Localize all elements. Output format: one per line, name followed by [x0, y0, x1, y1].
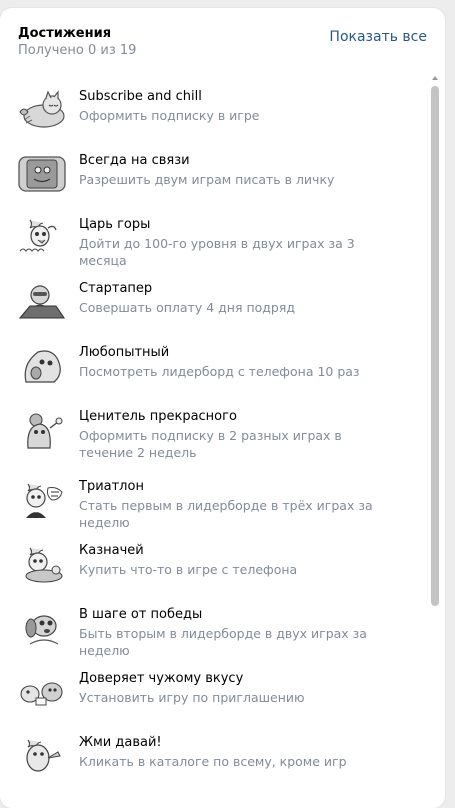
achievement-name: В шаге от победы: [79, 607, 203, 622]
achievement-description: Оформить подписку в игре: [79, 108, 260, 123]
achievement-description: Дойти до 100-го уровня в двух играх за 3…: [79, 236, 355, 268]
achievement-item[interactable]: Казначей Купить что-то в игре с телефона: [0, 532, 430, 596]
phone-sticker-icon: [16, 154, 68, 194]
achievement-name: Subscribe and chill: [79, 89, 202, 104]
not-bad-sticker-icon: [16, 480, 68, 520]
achievement-name: Казначей: [79, 543, 144, 558]
achievement-item[interactable]: Ценитель прекрасного Оформить подписку в…: [0, 398, 430, 468]
achievement-description: Посмотреть лидерборд с телефона 10 раз: [79, 364, 360, 379]
achievement-item[interactable]: Триатлон Стать первым в лидерборде в трё…: [0, 468, 430, 532]
treasurer-sticker-icon: [16, 544, 68, 584]
connoisseur-sticker-icon: [16, 410, 68, 450]
achievements-header: Достижения Получено 0 из 19 Показать все: [18, 26, 427, 66]
section-title: Достижения: [18, 26, 112, 41]
clicking-bird-sticker-icon: [16, 736, 68, 776]
achievement-name: Царь горы: [79, 217, 151, 232]
achievement-name: Любопытный: [79, 345, 170, 360]
scroll-up-arrow-icon[interactable]: [432, 76, 438, 80]
achievement-name: Ценитель прекрасного: [79, 409, 237, 424]
achievement-description: Разрешить двум играм писать в личку: [79, 172, 335, 187]
achievement-description: Кликать в каталоге по всему, кроме игр: [79, 754, 347, 769]
achievement-name: Триатлон: [79, 479, 144, 494]
achievement-description: Купить что-то в игре с телефона: [79, 562, 298, 577]
achievement-item[interactable]: Доверяет чужому вкусу Установить игру по…: [0, 660, 430, 724]
achievement-name: Всегда на связи: [79, 153, 190, 168]
achievement-description: Стать первым в лидерборде в трёх играх з…: [79, 498, 373, 530]
achievement-item[interactable]: Жми давай! Кликать в каталоге по всему, …: [0, 724, 430, 788]
laptop-guy-sticker-icon: [16, 282, 68, 322]
show-all-link[interactable]: Показать все: [329, 29, 427, 45]
achievement-description: Совершать оплату 4 дня подряд: [79, 300, 296, 315]
curious-bird-sticker-icon: [16, 346, 68, 386]
achievement-description: Быть вторым в лидерборде в двух играх за…: [79, 626, 367, 658]
achievement-name: Жми давай!: [79, 735, 162, 750]
rooster-cheater-sticker-icon: [16, 218, 68, 258]
achievement-item[interactable]: Царь горы Дойти до 100-го уровня в двух …: [0, 206, 430, 270]
achievements-list: Subscribe and chill Оформить подписку в …: [0, 78, 430, 788]
achievement-name: Стартапер: [79, 281, 153, 296]
sleeping-cat-sticker-icon: [16, 90, 68, 130]
list-scrollbar[interactable]: [431, 76, 439, 780]
achievement-item[interactable]: Любопытный Посмотреть лидерборд с телефо…: [0, 334, 430, 398]
scrollbar-thumb[interactable]: [431, 86, 439, 606]
dog-sticker-icon: [16, 608, 68, 648]
achievement-item[interactable]: Subscribe and chill Оформить подписку в …: [0, 78, 430, 142]
achievement-description: Оформить подписку в 2 разных играх в теч…: [79, 428, 342, 460]
progress-counter: Получено 0 из 19: [18, 43, 137, 58]
achievement-item[interactable]: В шаге от победы Быть вторым в лидерборд…: [0, 596, 430, 660]
achievement-name: Доверяет чужому вкусу: [79, 671, 244, 686]
two-birds-sticker-icon: [16, 672, 68, 712]
achievements-panel: Достижения Получено 0 из 19 Показать все…: [0, 8, 445, 808]
achievement-item[interactable]: Стартапер Совершать оплату 4 дня подряд: [0, 270, 430, 334]
achievement-description: Установить игру по приглашению: [79, 690, 305, 705]
achievement-item[interactable]: Всегда на связи Разрешить двум играм пис…: [0, 142, 430, 206]
